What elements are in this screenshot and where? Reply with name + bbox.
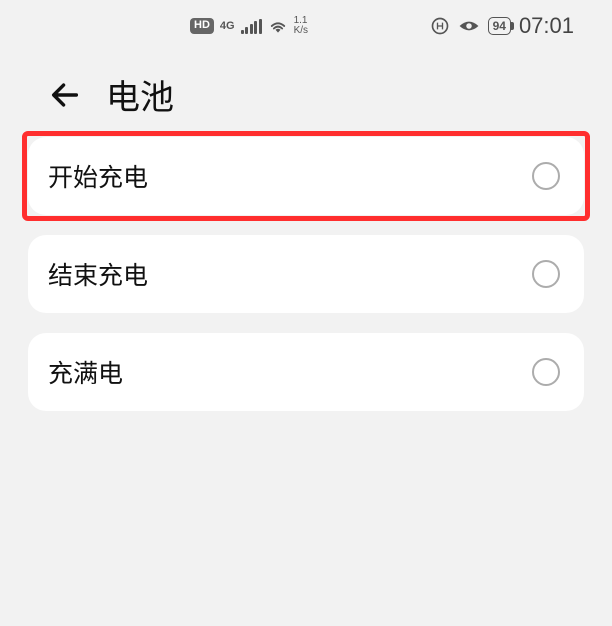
signal-bars-icon	[241, 19, 262, 34]
option-label: 开始充电	[48, 158, 148, 194]
status-right: 94 07:01	[430, 13, 574, 39]
radio-unchecked-icon[interactable]	[532, 358, 560, 386]
option-fully-charged[interactable]: 充满电	[28, 333, 584, 411]
radio-unchecked-icon[interactable]	[532, 162, 560, 190]
status-bar: HD 4G 1.1 K/s 94 07:01	[0, 6, 612, 46]
options-list: 开始充电 结束充电 充满电	[0, 137, 612, 411]
radio-unchecked-icon[interactable]	[532, 260, 560, 288]
battery-level-icon: 94	[488, 17, 511, 35]
option-end-charging[interactable]: 结束充电	[28, 235, 584, 313]
wifi-icon	[268, 18, 288, 34]
status-left: HD 4G 1.1 K/s	[190, 16, 308, 36]
page-header: 电池	[0, 46, 612, 137]
network-type-label: 4G	[220, 20, 235, 32]
option-start-charging[interactable]: 开始充电	[28, 137, 584, 215]
status-indicator-icon	[430, 16, 450, 36]
option-label: 结束充电	[48, 256, 148, 292]
eye-icon	[458, 18, 480, 34]
page-title: 电池	[106, 70, 174, 119]
back-arrow-icon[interactable]	[48, 78, 82, 112]
clock: 07:01	[519, 13, 574, 39]
net-speed: 1.1 K/s	[294, 16, 308, 36]
net-speed-unit: K/s	[294, 26, 308, 36]
hd-badge-icon: HD	[190, 18, 214, 33]
option-label: 充满电	[48, 354, 123, 390]
